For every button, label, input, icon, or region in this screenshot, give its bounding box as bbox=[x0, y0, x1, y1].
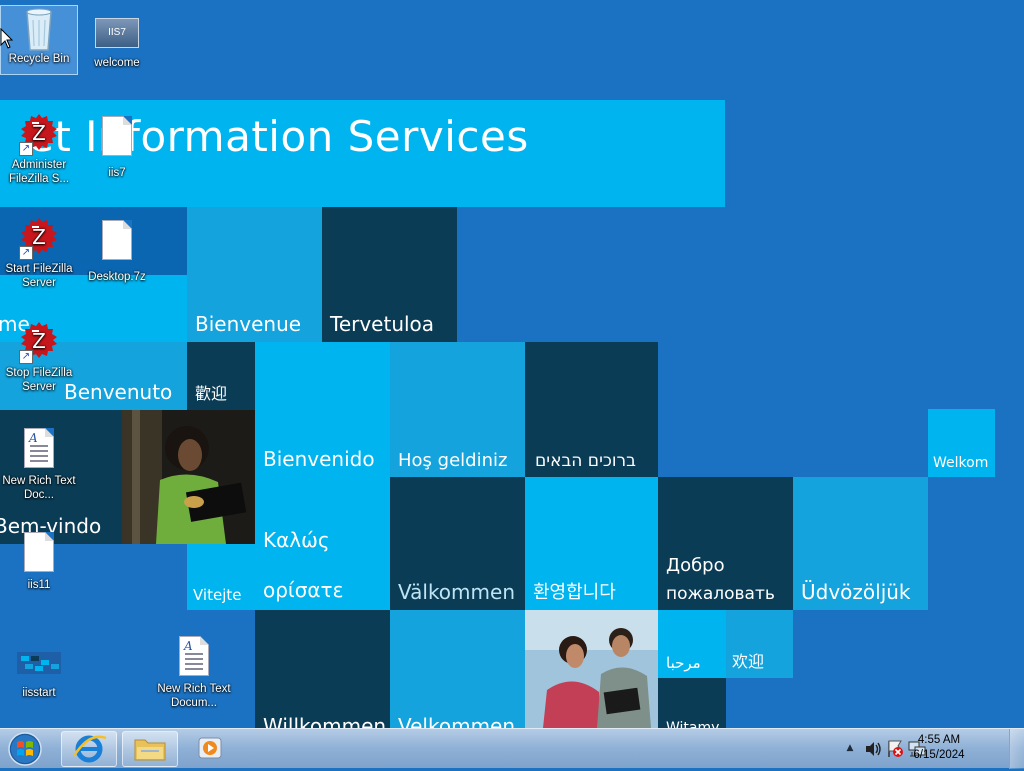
icon-label: Start FileZilla Server bbox=[5, 263, 73, 289]
wallpaper-tile: Tervetuloa bbox=[322, 207, 457, 342]
notification-area: ▲ 4:55 AM 6/15/2024 bbox=[824, 729, 1024, 769]
tile-text: Välkommen bbox=[398, 580, 515, 604]
tile-text: Hoş geldiniz bbox=[398, 450, 508, 471]
tile-text: Üdvözöljük bbox=[801, 580, 911, 604]
svg-text:Z: Z bbox=[32, 121, 46, 145]
folder-icon bbox=[134, 739, 166, 761]
show-hidden-icons-button[interactable]: ▲ bbox=[844, 742, 856, 754]
icon-label: iis11 bbox=[27, 579, 51, 591]
volume-icon[interactable] bbox=[864, 741, 882, 757]
icon-label: Recycle Bin bbox=[8, 53, 70, 65]
tile-text: Vitejte bbox=[193, 586, 242, 604]
tile-text: Καλώς bbox=[263, 528, 330, 552]
filezilla-icon: Z ↗ bbox=[15, 216, 63, 260]
tile-text: 환영합니다 bbox=[533, 582, 616, 603]
action-center-alert-icon[interactable] bbox=[886, 740, 904, 758]
wallpaper-tile: 환영합니다 bbox=[525, 477, 658, 610]
icon-label: Administer FileZilla S... bbox=[8, 159, 70, 185]
blank-file-icon bbox=[93, 116, 141, 160]
icon-label: New Rich Text Doc... bbox=[2, 475, 76, 501]
wallpaper-tile: Hoş geldiniz bbox=[390, 342, 525, 477]
stop-filezilla-shortcut[interactable]: Z ↗ Stop FileZilla Server bbox=[1, 320, 77, 394]
filezilla-admin-shortcut[interactable]: Z ↗ Administer FileZilla S... bbox=[1, 112, 77, 186]
tile-text: 欢迎 bbox=[732, 652, 765, 671]
welcome-thumbnail-text: IIS7 bbox=[95, 18, 139, 48]
filezilla-icon: Z ↗ bbox=[15, 320, 63, 364]
clock-date: 6/15/2024 bbox=[913, 749, 965, 761]
welcome-shortcut-icon[interactable]: IIS7 welcome bbox=[79, 14, 155, 70]
windows-logo-icon bbox=[8, 732, 42, 766]
file-explorer-taskbar-button[interactable] bbox=[122, 731, 178, 767]
start-filezilla-shortcut[interactable]: Z ↗ Start FileZilla Server bbox=[1, 216, 77, 290]
wallpaper-tile: Bienvenido bbox=[255, 342, 390, 477]
wallpaper-tile: ברוכים הבאים bbox=[525, 342, 658, 477]
show-desktop-button[interactable] bbox=[1009, 729, 1024, 769]
iisstart-file-icon[interactable]: iisstart bbox=[1, 644, 77, 700]
wallpaper-tile: Willkommen bbox=[255, 610, 390, 728]
shortcut-arrow-icon: ↗ bbox=[19, 350, 33, 364]
tile-text: Добро bbox=[666, 555, 725, 576]
filezilla-icon: Z ↗ bbox=[15, 112, 63, 156]
tile-text: 歡迎 bbox=[195, 384, 228, 403]
tile-text: Witamy bbox=[666, 720, 720, 728]
iis-image-icon bbox=[15, 644, 63, 674]
iis11-file-icon[interactable]: iis11 bbox=[1, 532, 77, 592]
icon-label: welcome bbox=[94, 57, 140, 69]
wallpaper-tile: Witamy bbox=[658, 678, 726, 728]
icon-label: iisstart bbox=[22, 687, 56, 699]
icon-label: Stop FileZilla Server bbox=[5, 367, 73, 393]
icon-label: Desktop.7z bbox=[88, 271, 146, 283]
tile-text: пожаловать bbox=[666, 584, 775, 604]
iis7-file-icon[interactable]: iis7 bbox=[79, 116, 155, 180]
desktop-7z-file-icon[interactable]: Desktop.7z bbox=[79, 220, 155, 284]
rich-text-document-icon: A bbox=[170, 636, 218, 680]
tile-text: Tervetuloa bbox=[330, 312, 435, 336]
wallpaper-tile: Velkommen bbox=[390, 610, 525, 728]
icon-label: iis7 bbox=[108, 167, 126, 179]
media-player-icon bbox=[198, 737, 222, 759]
wallpaper-tile: Üdvözöljük bbox=[793, 477, 928, 610]
wallpaper-tile: Welkom bbox=[928, 409, 995, 477]
tile-text: مرحبا bbox=[666, 654, 701, 672]
tile-text: Velkommen bbox=[398, 714, 516, 728]
svg-text:Z: Z bbox=[32, 225, 46, 249]
tile-text: Willkommen bbox=[263, 714, 387, 728]
tile-text: ορίσατε bbox=[263, 578, 344, 602]
desktop-wallpaper: et Information Services Bienvenue Tervet… bbox=[0, 0, 1024, 728]
wallpaper-tile: 欢迎 bbox=[726, 610, 793, 678]
rich-text-document-icon: A bbox=[15, 428, 63, 472]
tile-text: Bienvenue bbox=[195, 312, 302, 336]
shortcut-arrow-icon: ↗ bbox=[19, 246, 33, 260]
tile-text: Benvenuto bbox=[64, 380, 173, 404]
internet-explorer-icon bbox=[72, 735, 107, 763]
blank-file-icon bbox=[15, 532, 63, 576]
start-button[interactable] bbox=[4, 731, 46, 767]
wallpaper-photo-woman-laptop bbox=[122, 410, 255, 544]
taskbar-clock[interactable]: 4:55 AM 6/15/2024 bbox=[904, 733, 974, 763]
wallpaper-tile: Vitejte bbox=[187, 544, 255, 610]
iis-image-icon: IIS7 bbox=[93, 14, 141, 50]
new-rtf-doc-icon[interactable]: A New Rich Text Doc... bbox=[1, 428, 77, 502]
taskbar: ▲ 4:55 AM 6/15/2024 bbox=[0, 728, 1024, 769]
wallpaper-tile: Bienvenue bbox=[187, 207, 322, 342]
svg-text:Z: Z bbox=[32, 329, 46, 353]
wallpaper-tile: مرحبا bbox=[658, 610, 726, 678]
shortcut-arrow-icon: ↗ bbox=[19, 142, 33, 156]
mouse-cursor-icon bbox=[0, 28, 14, 49]
tile-text: Welkom bbox=[933, 455, 989, 471]
wallpaper-photo-two-people bbox=[525, 610, 658, 728]
blank-file-icon bbox=[93, 220, 141, 264]
tile-text: Bienvenido bbox=[263, 447, 375, 471]
media-player-taskbar-button[interactable] bbox=[183, 731, 239, 767]
icon-label: New Rich Text Docum... bbox=[157, 683, 231, 709]
wallpaper-tile: Καλώς ορίσατε bbox=[255, 477, 390, 610]
new-rtf-document-icon[interactable]: A New Rich Text Docum... bbox=[156, 636, 232, 710]
recycle-bin-icon bbox=[15, 6, 63, 51]
wallpaper-tile: 歡迎 bbox=[187, 342, 255, 410]
wallpaper-tile: Välkommen bbox=[390, 477, 525, 610]
internet-explorer-taskbar-button[interactable] bbox=[61, 731, 117, 767]
wallpaper-tile: Добро пожаловать bbox=[658, 477, 793, 610]
clock-time: 4:55 AM bbox=[917, 734, 961, 746]
tile-text: ברוכים הבאים bbox=[535, 451, 636, 471]
